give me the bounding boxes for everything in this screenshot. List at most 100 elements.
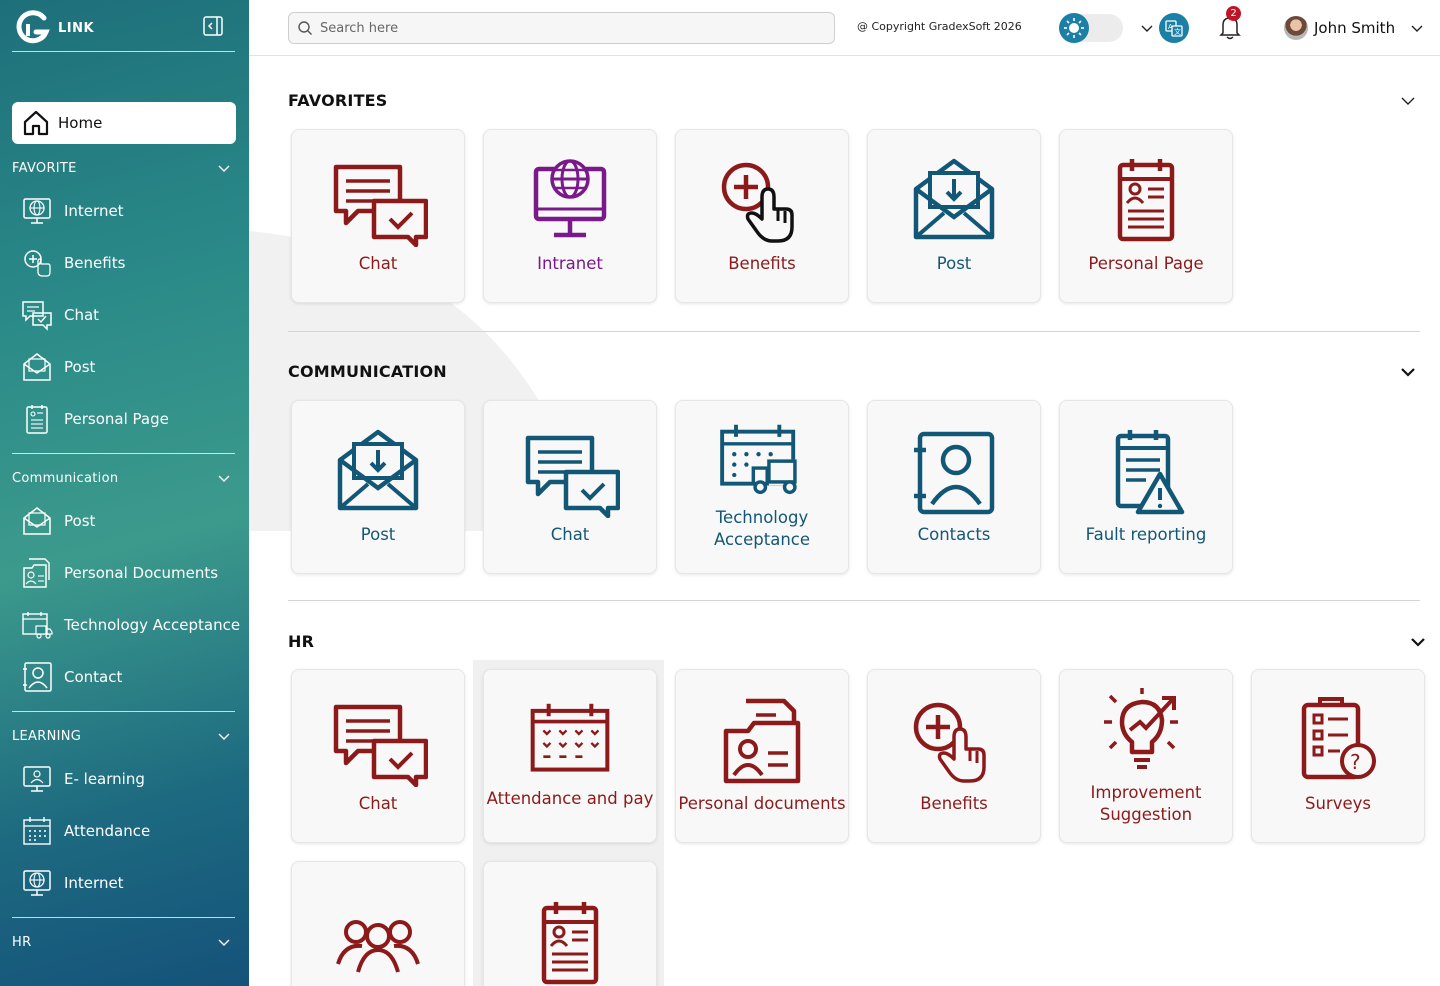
- mail-icon: [913, 158, 995, 240]
- mail-icon: [23, 353, 51, 381]
- team-icon: [336, 920, 420, 973]
- benefits-hand-icon: [721, 162, 794, 243]
- section-title-hr: HR: [288, 632, 315, 651]
- sidebar-item-technology-acceptance[interactable]: Technology Acceptance: [20, 605, 244, 645]
- card-team[interactable]: [291, 861, 465, 986]
- search-box[interactable]: [288, 12, 835, 44]
- notification-count-badge: 2: [1226, 6, 1241, 21]
- chat-icon: [22, 301, 52, 331]
- sidebar-item-post[interactable]: Post: [20, 347, 244, 387]
- sidebar-divider: [12, 711, 235, 712]
- sidebar-home-button[interactable]: Home: [12, 102, 236, 144]
- theme-toggle[interactable]: [1059, 13, 1123, 43]
- sun-icon: [1064, 18, 1084, 38]
- chat-icon: [333, 164, 428, 247]
- sidebar-item-label: Post: [64, 512, 96, 530]
- chevron-down-icon: [218, 475, 230, 482]
- card-technology-acceptance[interactable]: Technology Acceptance: [675, 400, 849, 574]
- sidebar-item-label: Attendance: [64, 822, 151, 840]
- sidebar-divider: [12, 453, 235, 454]
- language-selector[interactable]: A文: [1139, 12, 1189, 44]
- card-post[interactable]: Post: [291, 400, 465, 574]
- sidebar-item-personal-page[interactable]: Personal Page: [20, 399, 244, 439]
- sidebar-item-contact[interactable]: Contact: [20, 657, 244, 697]
- card-improvement-suggestion[interactable]: Improvement Suggestion: [1059, 669, 1233, 843]
- user-menu[interactable]: John Smith: [1284, 16, 1425, 40]
- sidebar-group-label: HR: [12, 934, 32, 950]
- sidebar-item-label: Contact: [64, 668, 123, 686]
- globe-monitor-icon: [23, 198, 51, 224]
- sidebar-item-attendance[interactable]: Attendance: [20, 811, 244, 851]
- section-divider: [288, 331, 1420, 332]
- sidebar-divider: [12, 917, 235, 918]
- globe-monitor-icon: [23, 870, 51, 896]
- sidebar-item-label: E- learning: [64, 770, 145, 788]
- card-label: Technology Acceptance: [713, 508, 811, 549]
- card-benefits[interactable]: Benefits: [867, 669, 1041, 843]
- calendar-truck-icon: [720, 424, 804, 495]
- section-divider: [288, 600, 1420, 601]
- card-personal-page[interactable]: Personal Page: [1059, 129, 1233, 303]
- calendar-icon: [23, 817, 51, 845]
- chevron-down-icon[interactable]: [1399, 92, 1417, 110]
- brand[interactable]: LINK: [16, 8, 94, 48]
- svg-text:?: ?: [1350, 750, 1361, 774]
- sidebar-group-hr[interactable]: HR: [12, 931, 236, 953]
- sidebar-item-internet[interactable]: Internet: [20, 863, 244, 903]
- card-chat[interactable]: Chat: [291, 129, 465, 303]
- search-input[interactable]: [320, 20, 820, 36]
- translate-icon: A文: [1159, 13, 1189, 43]
- chevron-down-icon[interactable]: [1409, 633, 1427, 651]
- collapse-sidebar-icon[interactable]: [202, 15, 224, 37]
- home-icon: [23, 110, 49, 136]
- sidebar-item-personal-documents[interactable]: Personal Documents: [20, 553, 244, 593]
- fault-report-icon: [1115, 430, 1185, 515]
- sidebar-group-favorite[interactable]: FAVORITE: [12, 157, 236, 179]
- card-label: Surveys: [1305, 794, 1371, 813]
- clipboard-icon: [1117, 159, 1175, 242]
- sidebar-item-post[interactable]: Post: [20, 501, 244, 541]
- chevron-down-icon[interactable]: [1399, 363, 1417, 381]
- main-content: FAVORITES Chat Intranet Benefits Post Pe…: [249, 56, 1440, 986]
- brand-name: LINK: [58, 20, 95, 36]
- sidebar-item-benefits[interactable]: Benefits: [20, 243, 244, 283]
- card-label: Personal Page: [1088, 254, 1204, 273]
- search-icon: [298, 21, 312, 35]
- card-fault-reporting[interactable]: Fault reporting: [1059, 400, 1233, 574]
- card-label: Intranet: [537, 254, 603, 273]
- sidebar: LINK Home FAVORITE Internet Benefits Cha…: [0, 0, 249, 986]
- contact-icon: [914, 431, 995, 515]
- card-attendance-and-pay[interactable]: Attendance and pay: [483, 669, 657, 843]
- chevron-down-icon: [218, 733, 230, 740]
- card-personal-page[interactable]: [483, 861, 657, 986]
- copyright-text: @ Copyright GradexSoft 2026: [857, 20, 1022, 33]
- sidebar-item-chat[interactable]: Chat: [20, 295, 244, 335]
- sidebar-group-label: Communication: [12, 470, 119, 486]
- card-label: Attendance and pay: [486, 789, 654, 808]
- chevron-down-icon: [218, 939, 230, 946]
- card-intranet[interactable]: Intranet: [483, 129, 657, 303]
- card-chat[interactable]: Chat: [483, 400, 657, 574]
- sidebar-group-label: FAVORITE: [12, 160, 77, 176]
- card-label: Post: [936, 254, 972, 273]
- mail-icon: [23, 507, 51, 535]
- globe-monitor-icon: [533, 159, 607, 238]
- topbar: @ Copyright GradexSoft 2026 A文 2 John Sm…: [249, 0, 1440, 56]
- sidebar-item-e-learning[interactable]: E- learning: [20, 759, 244, 799]
- card-personal-documents[interactable]: Personal documents: [675, 669, 849, 843]
- sidebar-group-communication[interactable]: Communication: [12, 467, 236, 489]
- card-benefits[interactable]: Benefits: [675, 129, 849, 303]
- sidebar-item-internet[interactable]: Internet: [20, 191, 244, 231]
- sidebar-item-label: Benefits: [64, 254, 126, 272]
- card-surveys[interactable]: ? Surveys: [1251, 669, 1425, 843]
- sidebar-group-learning[interactable]: LEARNING: [12, 725, 236, 747]
- card-post[interactable]: Post: [867, 129, 1041, 303]
- chevron-down-icon: [1141, 25, 1153, 32]
- documents-icon: [723, 698, 801, 784]
- calendar-truck-icon: [22, 612, 53, 639]
- card-chat[interactable]: Chat: [291, 669, 465, 843]
- chat-icon: [525, 435, 620, 518]
- svg-text:A: A: [1168, 23, 1173, 31]
- card-contacts[interactable]: Contacts: [867, 400, 1041, 574]
- card-label: Benefits: [920, 794, 988, 813]
